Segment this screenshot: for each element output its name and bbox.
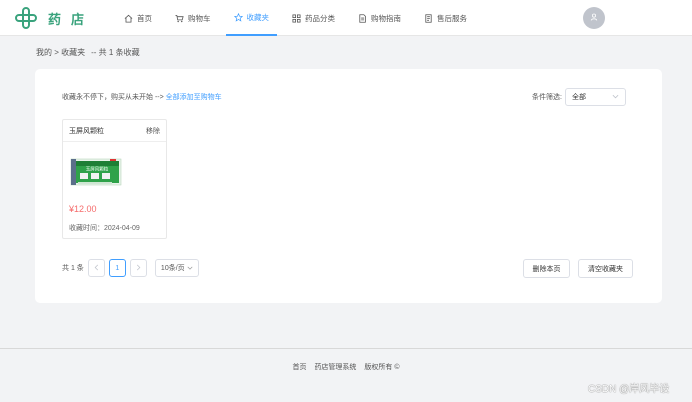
clear-favorites-button[interactable]: 清空收藏夹 (578, 259, 633, 278)
home-icon (124, 14, 133, 23)
nav-cart-label: 购物车 (188, 13, 211, 23)
footer: 首页 药店管理系统 版权所有 © (0, 362, 692, 372)
add-all-to-cart-link[interactable]: 全部添加至购物车 (166, 94, 222, 101)
nav-categories-label: 药品分类 (305, 13, 335, 23)
footer-link-home[interactable]: 首页 (292, 364, 306, 371)
logo-text: 药店 (48, 12, 95, 28)
nav-cart[interactable]: 购物车 (167, 0, 219, 36)
product-price: ¥12.00 (69, 204, 97, 214)
nav-favorites-label: 收藏夹 (246, 12, 270, 22)
page-size-select[interactable]: 10条/页 (154, 259, 199, 277)
package-text: 玉屏风颗粒 (86, 166, 109, 173)
remove-button[interactable]: 移除 (146, 126, 160, 136)
filter-value: 全部 (571, 94, 586, 101)
nav-guide[interactable]: 购物指南 (350, 0, 409, 36)
page-size-value: 10条/页 (160, 265, 185, 272)
logo-icon (15, 7, 37, 29)
favorite-item[interactable]: 玉屏风颗粒 移除 玉屏风颗粒 ¥12.00 收藏时间：2024-04-09 (62, 119, 167, 239)
next-page-button[interactable] (129, 259, 147, 277)
delete-page-button[interactable]: 删除本页 (523, 259, 570, 278)
nav-guide-label: 购物指南 (371, 13, 401, 23)
page-size-chevron-icon (187, 265, 193, 272)
chevron-down-icon (612, 94, 619, 101)
favorites-count: -- 共 1 条收藏 (91, 48, 140, 57)
favorite-time: 收藏时间：2024-04-09 (69, 225, 140, 232)
nav-home-label: 首页 (137, 13, 152, 23)
nav-favorites[interactable]: 收藏夹 (225, 0, 277, 36)
footer-link-system[interactable]: 药店管理系统 (314, 364, 356, 371)
footer-copyright: 版权所有 © (364, 364, 400, 371)
nav-categories[interactable]: 药品分类 (284, 0, 343, 36)
nav-home[interactable]: 首页 (116, 0, 160, 36)
logo[interactable]: 药店 (14, 6, 94, 30)
avatar[interactable] (583, 7, 605, 29)
user-icon (589, 9, 599, 27)
nav-service-label: 售后服务 (437, 13, 467, 23)
document-icon (358, 13, 367, 23)
main-nav: 首页 购物车 收藏夹 药品分类 购物指南 售后服务 (116, 0, 482, 36)
chevron-left-icon (94, 264, 99, 273)
pagination: 共 1 条 1 10条/页 (62, 259, 199, 277)
favorites-panel: 收藏永不停下，购买从未开始 --> 全部添加至购物车 条件筛选: 全部 玉屏风颗… (35, 69, 662, 303)
top-header: 药店 首页 购物车 收藏夹 药品分类 购物指南 售后服务 (0, 0, 692, 36)
filter: 条件筛选: 全部 (532, 88, 626, 106)
filter-select[interactable]: 全部 (564, 88, 626, 106)
grid-icon (292, 13, 301, 23)
breadcrumb-path: 我的 > 收藏夹 (36, 48, 86, 57)
nav-service[interactable]: 售后服务 (416, 0, 475, 36)
tip-text: 收藏永不停下，购买从未开始 --> (62, 94, 164, 101)
pagination-total: 共 1 条 (62, 265, 84, 272)
page-number[interactable]: 1 (108, 259, 126, 277)
prev-page-button[interactable] (87, 259, 105, 277)
breadcrumb: 我的 > 收藏夹 -- 共 1 条收藏 (36, 47, 140, 58)
watermark: CSDN @岸风毕设 (588, 384, 670, 395)
toolbar-tip: 收藏永不停下，购买从未开始 --> 全部添加至购物车 (62, 92, 222, 102)
product-name[interactable]: 玉屏风颗粒 (69, 126, 104, 136)
chevron-right-icon (136, 264, 141, 273)
star-icon (233, 12, 243, 22)
filter-label: 条件筛选: (532, 94, 562, 101)
product-image[interactable]: 玉屏风颗粒 (70, 156, 122, 193)
cart-icon (175, 14, 184, 23)
footer-divider (0, 348, 692, 349)
service-icon (424, 13, 433, 23)
favorite-item-header: 玉屏风颗粒 移除 (63, 120, 166, 142)
